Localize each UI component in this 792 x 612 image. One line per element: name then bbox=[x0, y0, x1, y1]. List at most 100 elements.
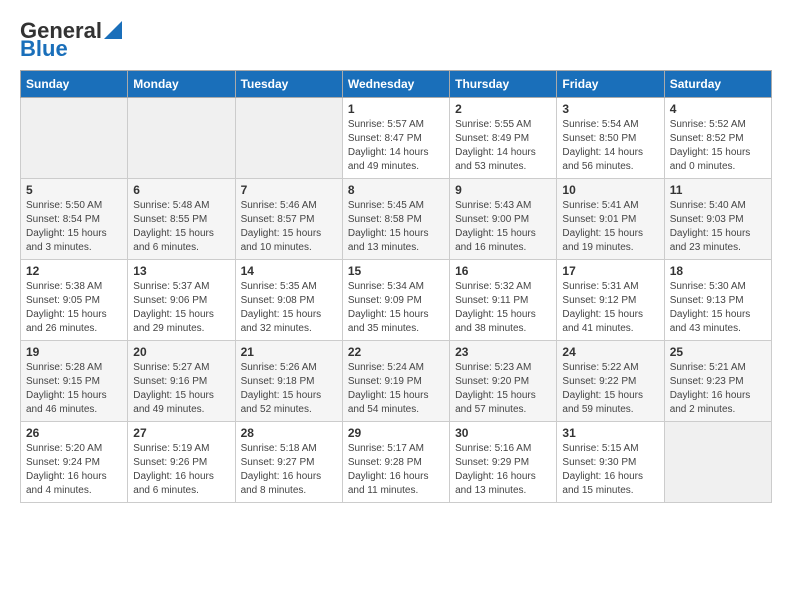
day-number: 12 bbox=[26, 264, 122, 278]
day-info: Sunrise: 5:48 AM Sunset: 8:55 PM Dayligh… bbox=[133, 199, 229, 255]
calendar-cell bbox=[128, 98, 235, 179]
header-friday: Friday bbox=[557, 71, 664, 98]
calendar-cell: 25 Sunrise: 5:21 AM Sunset: 9:23 PM Dayli… bbox=[664, 341, 771, 422]
day-info: Sunrise: 5:21 AM Sunset: 9:23 PM Dayligh… bbox=[670, 361, 766, 417]
calendar-cell: 17Sunrise: 5:31 AM Sunset: 9:12 PM Dayli… bbox=[557, 260, 664, 341]
day-number: 9 bbox=[455, 183, 551, 197]
logo: General Blue bbox=[20, 20, 122, 60]
day-number: 29 bbox=[348, 426, 444, 440]
header-tuesday: Tuesday bbox=[235, 71, 342, 98]
day-info: Sunrise: 5:54 AM Sunset: 8:50 PM Dayligh… bbox=[562, 118, 658, 174]
calendar-cell: 15Sunrise: 5:34 AM Sunset: 9:09 PM Dayli… bbox=[342, 260, 449, 341]
calendar-cell: 31 Sunrise: 5:15 AM Sunset: 9:30 PM Dayli… bbox=[557, 422, 664, 503]
calendar-cell: 14 Sunrise: 5:35 AM Sunset: 9:08 PM Dayli… bbox=[235, 260, 342, 341]
day-info: Sunrise: 5:30 AM Sunset: 9:13 PM Dayligh… bbox=[670, 280, 766, 336]
day-number: 31 bbox=[562, 426, 658, 440]
calendar-cell: 24 Sunrise: 5:22 AM Sunset: 9:22 PM Dayli… bbox=[557, 341, 664, 422]
day-number: 19 bbox=[26, 345, 122, 359]
day-number: 28 bbox=[241, 426, 337, 440]
calendar-cell: 5 Sunrise: 5:50 AM Sunset: 8:54 PM Daylig… bbox=[21, 179, 128, 260]
day-number: 5 bbox=[26, 183, 122, 197]
day-number: 20 bbox=[133, 345, 229, 359]
calendar-cell: 19 Sunrise: 5:28 AM Sunset: 9:15 PM Dayli… bbox=[21, 341, 128, 422]
day-number: 22 bbox=[348, 345, 444, 359]
day-info: Sunrise: 5:28 AM Sunset: 9:15 PM Dayligh… bbox=[26, 361, 122, 417]
header-wednesday: Wednesday bbox=[342, 71, 449, 98]
day-number: 10 bbox=[562, 183, 658, 197]
calendar-cell: 16 Sunrise: 5:32 AM Sunset: 9:11 PM Dayli… bbox=[450, 260, 557, 341]
calendar-cell: 28 Sunrise: 5:18 AM Sunset: 9:27 PM Dayli… bbox=[235, 422, 342, 503]
calendar-cell bbox=[235, 98, 342, 179]
day-info: Sunrise: 5:15 AM Sunset: 9:30 PM Dayligh… bbox=[562, 442, 658, 498]
calendar-cell: 23 Sunrise: 5:23 AM Sunset: 9:20 PM Dayli… bbox=[450, 341, 557, 422]
day-number: 21 bbox=[241, 345, 337, 359]
calendar-cell: 6 Sunrise: 5:48 AM Sunset: 8:55 PM Daylig… bbox=[128, 179, 235, 260]
day-info: Sunrise: 5:23 AM Sunset: 9:20 PM Dayligh… bbox=[455, 361, 551, 417]
day-info: Sunrise: 5:18 AM Sunset: 9:27 PM Dayligh… bbox=[241, 442, 337, 498]
day-info: Sunrise: 5:37 AM Sunset: 9:06 PM Dayligh… bbox=[133, 280, 229, 336]
calendar-table: SundayMondayTuesdayWednesdayThursdayFrid… bbox=[20, 70, 772, 503]
header-saturday: Saturday bbox=[664, 71, 771, 98]
calendar-cell: 1 Sunrise: 5:57 AM Sunset: 8:47 PM Daylig… bbox=[342, 98, 449, 179]
day-info: Sunrise: 5:34 AM Sunset: 9:09 PM Dayligh… bbox=[348, 280, 444, 336]
calendar-cell: 26 Sunrise: 5:20 AM Sunset: 9:24 PM Dayli… bbox=[21, 422, 128, 503]
day-number: 18 bbox=[670, 264, 766, 278]
calendar-cell: 4Sunrise: 5:52 AM Sunset: 8:52 PM Daylig… bbox=[664, 98, 771, 179]
calendar-cell: 18 Sunrise: 5:30 AM Sunset: 9:13 PM Dayli… bbox=[664, 260, 771, 341]
day-info: Sunrise: 5:55 AM Sunset: 8:49 PM Dayligh… bbox=[455, 118, 551, 174]
day-number: 24 bbox=[562, 345, 658, 359]
calendar-cell: 9 Sunrise: 5:43 AM Sunset: 9:00 PM Daylig… bbox=[450, 179, 557, 260]
day-info: Sunrise: 5:20 AM Sunset: 9:24 PM Dayligh… bbox=[26, 442, 122, 498]
day-number: 23 bbox=[455, 345, 551, 359]
day-number: 14 bbox=[241, 264, 337, 278]
day-number: 1 bbox=[348, 102, 444, 116]
day-info: Sunrise: 5:46 AM Sunset: 8:57 PM Dayligh… bbox=[241, 199, 337, 255]
day-info: Sunrise: 5:50 AM Sunset: 8:54 PM Dayligh… bbox=[26, 199, 122, 255]
calendar-week-row: 12 Sunrise: 5:38 AM Sunset: 9:05 PM Dayli… bbox=[21, 260, 772, 341]
day-info: Sunrise: 5:57 AM Sunset: 8:47 PM Dayligh… bbox=[348, 118, 444, 174]
day-info: Sunrise: 5:19 AM Sunset: 9:26 PM Dayligh… bbox=[133, 442, 229, 498]
logo-blue: Blue bbox=[20, 38, 68, 60]
calendar-cell bbox=[664, 422, 771, 503]
calendar-cell: 12 Sunrise: 5:38 AM Sunset: 9:05 PM Dayli… bbox=[21, 260, 128, 341]
header-monday: Monday bbox=[128, 71, 235, 98]
header-sunday: Sunday bbox=[21, 71, 128, 98]
day-number: 27 bbox=[133, 426, 229, 440]
day-info: Sunrise: 5:45 AM Sunset: 8:58 PM Dayligh… bbox=[348, 199, 444, 255]
calendar-cell: 3Sunrise: 5:54 AM Sunset: 8:50 PM Daylig… bbox=[557, 98, 664, 179]
day-number: 26 bbox=[26, 426, 122, 440]
day-info: Sunrise: 5:31 AM Sunset: 9:12 PM Dayligh… bbox=[562, 280, 658, 336]
calendar-cell: 30 Sunrise: 5:16 AM Sunset: 9:29 PM Dayli… bbox=[450, 422, 557, 503]
day-info: Sunrise: 5:17 AM Sunset: 9:28 PM Dayligh… bbox=[348, 442, 444, 498]
calendar-week-row: 5 Sunrise: 5:50 AM Sunset: 8:54 PM Daylig… bbox=[21, 179, 772, 260]
calendar-cell bbox=[21, 98, 128, 179]
day-info: Sunrise: 5:41 AM Sunset: 9:01 PM Dayligh… bbox=[562, 199, 658, 255]
day-info: Sunrise: 5:32 AM Sunset: 9:11 PM Dayligh… bbox=[455, 280, 551, 336]
calendar-week-row: 19 Sunrise: 5:28 AM Sunset: 9:15 PM Dayli… bbox=[21, 341, 772, 422]
calendar-cell: 29 Sunrise: 5:17 AM Sunset: 9:28 PM Dayli… bbox=[342, 422, 449, 503]
calendar-week-row: 1 Sunrise: 5:57 AM Sunset: 8:47 PM Daylig… bbox=[21, 98, 772, 179]
day-info: Sunrise: 5:22 AM Sunset: 9:22 PM Dayligh… bbox=[562, 361, 658, 417]
day-info: Sunrise: 5:27 AM Sunset: 9:16 PM Dayligh… bbox=[133, 361, 229, 417]
day-info: Sunrise: 5:40 AM Sunset: 9:03 PM Dayligh… bbox=[670, 199, 766, 255]
calendar-cell: 27 Sunrise: 5:19 AM Sunset: 9:26 PM Dayli… bbox=[128, 422, 235, 503]
calendar-cell: 10 Sunrise: 5:41 AM Sunset: 9:01 PM Dayli… bbox=[557, 179, 664, 260]
day-number: 6 bbox=[133, 183, 229, 197]
logo-icon bbox=[104, 21, 122, 39]
day-info: Sunrise: 5:26 AM Sunset: 9:18 PM Dayligh… bbox=[241, 361, 337, 417]
day-info: Sunrise: 5:35 AM Sunset: 9:08 PM Dayligh… bbox=[241, 280, 337, 336]
day-info: Sunrise: 5:43 AM Sunset: 9:00 PM Dayligh… bbox=[455, 199, 551, 255]
calendar-cell: 11Sunrise: 5:40 AM Sunset: 9:03 PM Dayli… bbox=[664, 179, 771, 260]
day-number: 7 bbox=[241, 183, 337, 197]
page-header: General Blue bbox=[20, 20, 772, 60]
day-number: 25 bbox=[670, 345, 766, 359]
calendar-cell: 2 Sunrise: 5:55 AM Sunset: 8:49 PM Daylig… bbox=[450, 98, 557, 179]
calendar-cell: 7 Sunrise: 5:46 AM Sunset: 8:57 PM Daylig… bbox=[235, 179, 342, 260]
day-number: 16 bbox=[455, 264, 551, 278]
day-info: Sunrise: 5:16 AM Sunset: 9:29 PM Dayligh… bbox=[455, 442, 551, 498]
day-number: 2 bbox=[455, 102, 551, 116]
day-number: 30 bbox=[455, 426, 551, 440]
day-info: Sunrise: 5:38 AM Sunset: 9:05 PM Dayligh… bbox=[26, 280, 122, 336]
calendar-cell: 13Sunrise: 5:37 AM Sunset: 9:06 PM Dayli… bbox=[128, 260, 235, 341]
calendar-cell: 22Sunrise: 5:24 AM Sunset: 9:19 PM Dayli… bbox=[342, 341, 449, 422]
